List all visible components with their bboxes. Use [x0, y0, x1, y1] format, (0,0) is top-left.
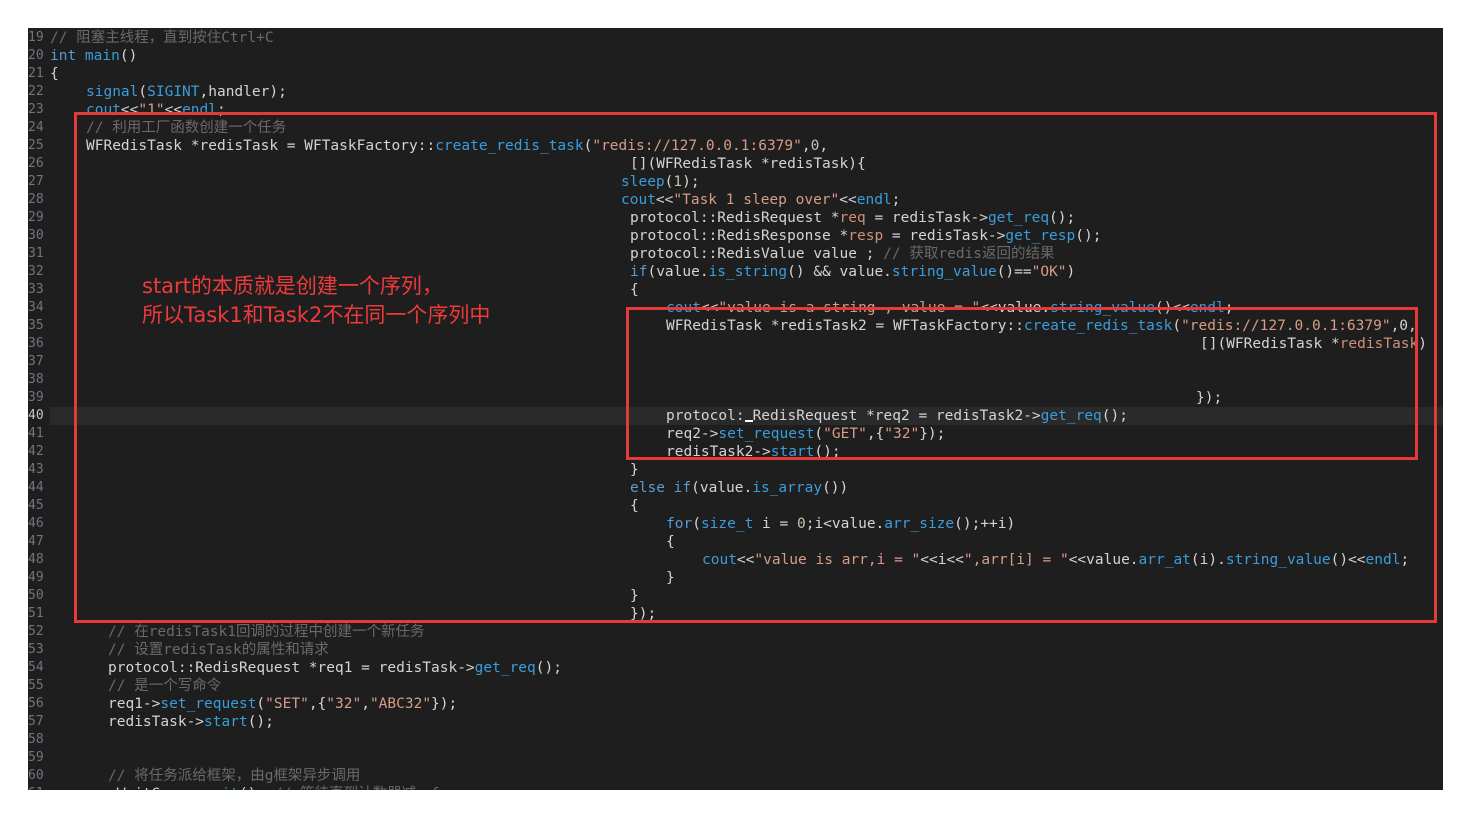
code-line[interactable]: [50, 749, 1443, 767]
code-token: });: [431, 696, 458, 712]
line-number: 39: [28, 390, 44, 405]
line-number: 57: [28, 714, 44, 729]
line-number: 43: [28, 462, 44, 477]
code-token: "32": [326, 696, 362, 712]
line-number: 37: [28, 354, 44, 369]
code-token: signal: [86, 84, 139, 100]
line-number: 53: [28, 642, 44, 657]
code-token: ();: [247, 714, 274, 730]
line-number: 48: [28, 552, 44, 567]
code-line[interactable]: [50, 731, 1443, 749]
code-token: "SET": [265, 696, 309, 712]
line-number: 47: [28, 534, 44, 549]
code-comment: // 是一个写命令: [108, 678, 222, 694]
code-line[interactable]: redisTask->start();: [50, 713, 1443, 731]
code-token: req1->: [108, 696, 161, 712]
line-number: 50: [28, 588, 44, 603]
code-line[interactable]: // 将任务派给框架，由g框架异步调用: [50, 767, 1443, 785]
line-number: 38: [28, 372, 44, 387]
line-number: 58: [28, 732, 44, 747]
code-token: (: [138, 84, 148, 100]
line-number: 27: [28, 174, 44, 189]
line-number: 31: [28, 246, 44, 261]
line-number: 24: [28, 120, 44, 135]
code-token: protocol::RedisRequest *req1 = redisTask…: [108, 660, 475, 676]
line-number: 49: [28, 570, 44, 585]
line-number: 25: [28, 138, 44, 153]
line-number: 21: [28, 66, 44, 81]
code-line[interactable]: protocol::RedisRequest *req1 = redisTask…: [50, 659, 1443, 677]
code-token: start: [204, 714, 248, 730]
line-number: 42: [28, 444, 44, 459]
line-number: 23: [28, 102, 44, 117]
code-comment: // 阻塞主线程，直到按住Ctrl+C: [50, 30, 274, 46]
line-number: 29: [28, 210, 44, 225]
line-number: 54: [28, 660, 44, 675]
code-line[interactable]: {: [50, 65, 1443, 83]
code-line[interactable]: // 在redisTask1回调的过程中创建一个新任务: [50, 623, 1443, 641]
code-token: ,{: [308, 696, 327, 712]
code-token: {: [50, 66, 59, 82]
code-token: (): [119, 48, 138, 64]
code-line[interactable]: // 设置redisTask的属性和请求: [50, 641, 1443, 659]
line-number: 19: [28, 30, 44, 45]
code-comment: // 设置redisTask的属性和请求: [108, 642, 329, 658]
line-number: 36: [28, 336, 44, 351]
code-line[interactable]: req1->set_request("SET",{"32","ABC32"});: [50, 695, 1443, 713]
code-token: ();: [239, 786, 274, 790]
code-token: wait: [204, 786, 239, 790]
line-number: 59: [28, 750, 44, 765]
line-number: 41: [28, 426, 44, 441]
code-comment: // 等待直到计数器减一f: [274, 786, 439, 790]
line-number: 30: [28, 228, 44, 243]
line-number: 22: [28, 84, 44, 99]
line-number: 56: [28, 696, 44, 711]
line-number: 28: [28, 192, 44, 207]
line-number-gutter: 19 20 21 22 23 24 25 26 27 28 29 30 31 32 33 34 35 36 37 38…: [28, 28, 48, 790]
line-number: 20: [28, 48, 44, 63]
code-token: SIGINT: [147, 84, 200, 100]
code-token: ,handler);: [199, 84, 287, 100]
inner-highlight-box: [626, 307, 1418, 460]
annotation-note: start的本质就是创建一个序列， 所以Task1和Task2不在同一个序列中: [142, 274, 491, 327]
code-line[interactable]: gWaitGroup.wait(); // 等待直到计数器减一f: [50, 785, 1443, 790]
code-token: gWaitGroup.: [108, 786, 204, 790]
line-number: 52: [28, 624, 44, 639]
code-comment: // 在redisTask1回调的过程中创建一个新任务: [108, 624, 425, 640]
code-token: set_request: [160, 696, 257, 712]
line-number: 46: [28, 516, 44, 531]
line-number: 32: [28, 264, 44, 279]
line-number: 60: [28, 768, 44, 783]
code-token: ();: [535, 660, 562, 676]
code-token: redisTask->: [108, 714, 205, 730]
line-number: 35: [28, 318, 44, 333]
code-token: "ABC32": [369, 696, 432, 712]
code-line[interactable]: int main(): [50, 47, 1443, 65]
line-number: 34: [28, 300, 44, 315]
line-number: 40: [28, 408, 44, 423]
line-number: 55: [28, 678, 44, 693]
code-line[interactable]: signal(SIGINT,handler);: [50, 83, 1443, 101]
code-comment: // 将任务派给框架，由g框架异步调用: [108, 768, 361, 784]
line-number: 51: [28, 606, 44, 621]
code-token: main: [84, 48, 120, 64]
line-number: 26: [28, 156, 44, 171]
line-number: 61: [28, 785, 44, 790]
code-token: int: [50, 48, 85, 64]
code-token: ,: [361, 696, 370, 712]
code-token: get_req: [474, 660, 536, 676]
code-line[interactable]: // 阻塞主线程，直到按住Ctrl+C: [50, 29, 1443, 47]
code-line[interactable]: // 是一个写命令: [50, 677, 1443, 695]
line-number: 33: [28, 282, 44, 297]
line-number: 45: [28, 498, 44, 513]
line-number: 44: [28, 480, 44, 495]
code-token: (: [256, 696, 266, 712]
